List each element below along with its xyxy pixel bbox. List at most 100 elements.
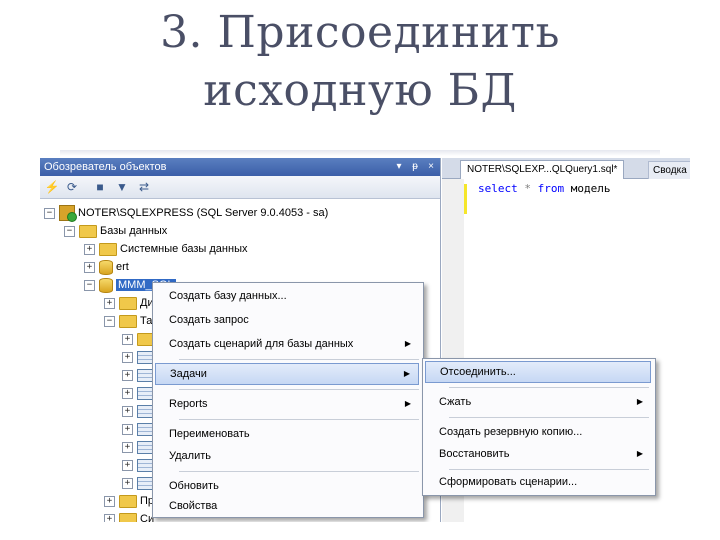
pin-icon[interactable]: ᵽ: [408, 158, 422, 176]
tree-node-databases[interactable]: − Базы данных: [64, 222, 167, 240]
menu-separator: [449, 387, 649, 388]
submenu-arrow-icon: ▶: [404, 399, 411, 408]
filter-icon[interactable]: ▼: [114, 179, 130, 195]
expand-icon[interactable]: +: [122, 459, 133, 471]
tree-node-child-d[interactable]: + Ди: [104, 294, 154, 312]
folder-icon: [99, 242, 117, 256]
folder-icon: [79, 224, 97, 238]
menu-separator: [449, 417, 649, 418]
menu-item-label: Свойства: [169, 500, 218, 512]
tasks-submenu: Отсоединить... Сжать ▶ Создать резервную …: [422, 358, 656, 496]
submenu-arrow-icon: ▶: [403, 369, 410, 378]
child-t-label: Та: [140, 315, 153, 327]
folder-icon: [119, 512, 137, 522]
menu-item-shrink[interactable]: Сжать ▶: [425, 391, 651, 413]
menu-item-delete[interactable]: Удалить: [155, 445, 419, 467]
tree-node-server[interactable]: − NOTER\SQLEXPRESS (SQL Server 9.0.4053 -…: [44, 204, 329, 223]
slide-title: 3. Присоединить исходную БД: [0, 4, 720, 120]
db-ert-label: ert: [116, 261, 129, 273]
menu-item-label: Сжать: [439, 396, 472, 408]
tab-query1[interactable]: NOTER\SQLEXP...QLQuery1.sql*: [460, 160, 625, 179]
connect-icon[interactable]: ⚡: [44, 179, 60, 195]
expand-icon[interactable]: +: [122, 333, 133, 345]
dropdown-icon[interactable]: ▾: [392, 158, 406, 176]
menu-separator: [179, 471, 419, 472]
menu-item-label: Reports: [169, 398, 208, 410]
context-menu: Создать базу данных... Создать запрос Со…: [152, 282, 424, 518]
collapse-icon[interactable]: −: [84, 279, 95, 291]
tree-node-child-p1[interactable]: + Пр: [104, 492, 154, 510]
folder-icon: [119, 296, 137, 310]
expand-icon[interactable]: +: [122, 351, 133, 363]
menu-item-label: Отсоединить...: [440, 366, 516, 378]
editor-tab-strip: NOTER\SQLEXP...QLQuery1.sql* Сводка: [442, 158, 690, 179]
menu-separator: [179, 389, 419, 390]
slide-title-line-1: 3. Присоединить: [160, 7, 560, 58]
expand-icon[interactable]: +: [122, 423, 133, 435]
object-explorer-titlebar: Обозреватель объектов ▾ ᵽ ×: [40, 158, 440, 176]
submenu-arrow-icon: ▶: [636, 449, 643, 458]
collapse-icon[interactable]: −: [104, 315, 115, 327]
tree-node-child-s[interactable]: + Си: [104, 510, 154, 522]
expand-icon[interactable]: +: [104, 297, 115, 309]
server-label: NOTER\SQLEXPRESS (SQL Server 9.0.4053 - …: [78, 207, 329, 219]
collapse-icon[interactable]: −: [64, 225, 75, 237]
stop-icon[interactable]: ■: [92, 179, 108, 195]
menu-item-label: Создать резервную копию...: [439, 426, 583, 438]
expand-icon[interactable]: +: [104, 495, 115, 507]
expand-icon[interactable]: +: [122, 477, 133, 489]
menu-item-label: Создать базу данных...: [169, 290, 287, 302]
expand-icon[interactable]: +: [104, 513, 115, 522]
menu-item-label: Удалить: [169, 450, 211, 462]
tree-node-system-databases[interactable]: + Системные базы данных: [84, 240, 247, 258]
close-icon[interactable]: ×: [424, 158, 438, 176]
databases-label: Базы данных: [100, 225, 168, 237]
object-explorer-title: Обозреватель объектов: [44, 161, 167, 173]
menu-item-label: Обновить: [169, 480, 219, 492]
menu-item-refresh[interactable]: Обновить: [155, 475, 419, 497]
refresh-icon[interactable]: ⟳: [64, 179, 80, 195]
menu-item-label: Создать сценарий для базы данных: [169, 338, 354, 350]
menu-item-detach[interactable]: Отсоединить...: [425, 361, 651, 383]
ssms-screenshot: Обозреватель объектов ▾ ᵽ × ⚡ ⟳ ■ ▼ ⇄ − N…: [40, 158, 690, 522]
tree-node-child-t[interactable]: − Та: [104, 312, 152, 330]
menu-item-label: Создать запрос: [169, 314, 249, 326]
menu-item-generate-scripts[interactable]: Сформировать сценарии...: [425, 471, 651, 493]
menu-item-label: Задачи: [170, 368, 207, 380]
server-icon: [59, 205, 77, 223]
tab-summary[interactable]: Сводка: [648, 161, 690, 179]
menu-item-properties[interactable]: Свойства: [155, 495, 419, 517]
menu-item-restore[interactable]: Восстановить ▶: [425, 443, 651, 465]
menu-separator: [179, 359, 419, 360]
menu-item-create-database[interactable]: Создать базу данных...: [155, 285, 419, 307]
menu-item-backup[interactable]: Создать резервную копию...: [425, 421, 651, 443]
tree-node-db-ert[interactable]: + ert: [84, 258, 129, 276]
menu-item-reports[interactable]: Reports ▶: [155, 393, 419, 415]
expand-icon[interactable]: +: [122, 441, 133, 453]
folder-icon: [119, 494, 137, 508]
code-keyword-from: from: [537, 182, 565, 195]
change-marker: [464, 184, 467, 214]
expand-icon[interactable]: +: [122, 387, 133, 399]
menu-item-rename[interactable]: Переименовать: [155, 423, 419, 445]
expand-icon[interactable]: +: [122, 369, 133, 381]
query-code[interactable]: select * from модель: [478, 182, 611, 195]
menu-item-new-query[interactable]: Создать запрос: [155, 309, 419, 331]
system-databases-label: Системные базы данных: [120, 243, 248, 255]
collapse-icon[interactable]: −: [44, 207, 55, 219]
expand-icon[interactable]: +: [84, 261, 95, 273]
code-keyword-select: select: [478, 182, 518, 195]
database-icon: [99, 277, 113, 293]
menu-separator: [179, 419, 419, 420]
menu-item-script-database[interactable]: Создать сценарий для базы данных ▶: [155, 333, 419, 355]
folder-icon: [119, 314, 137, 328]
expand-icon[interactable]: +: [84, 243, 95, 255]
expand-icon[interactable]: +: [122, 405, 133, 417]
title-divider: [60, 150, 660, 156]
menu-separator: [449, 469, 649, 470]
object-explorer-toolbar: ⚡ ⟳ ■ ▼ ⇄: [40, 176, 440, 199]
menu-item-label: Сформировать сценарии...: [439, 476, 578, 488]
sync-icon[interactable]: ⇄: [136, 179, 152, 195]
menu-item-label: Переименовать: [169, 428, 250, 440]
menu-item-tasks[interactable]: Задачи ▶: [155, 363, 419, 385]
